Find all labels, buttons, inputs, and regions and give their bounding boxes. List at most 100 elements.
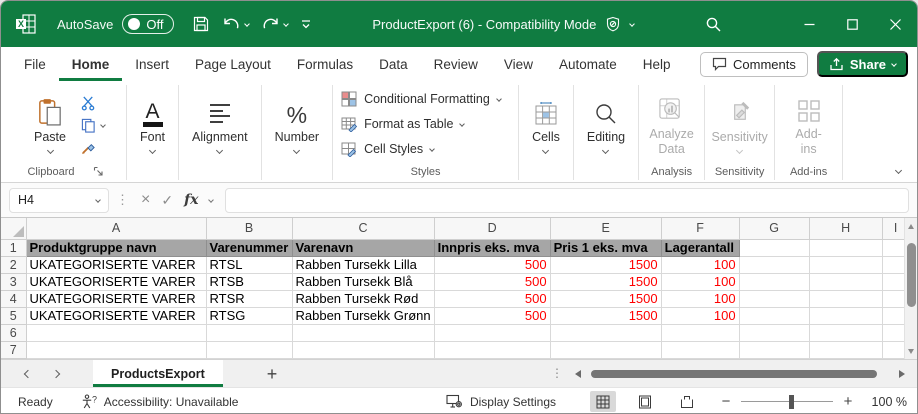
cell-F5[interactable]: 100 bbox=[661, 307, 739, 324]
cell-C5[interactable]: Rabben Tursekk Grønn bbox=[292, 307, 434, 324]
vertical-scrollbar-thumb[interactable] bbox=[907, 243, 916, 307]
cell-G5[interactable] bbox=[739, 307, 809, 324]
tab-home[interactable]: Home bbox=[59, 47, 123, 81]
editing-menu-button[interactable]: Editing bbox=[579, 93, 633, 155]
cell-D3[interactable]: 500 bbox=[434, 273, 550, 290]
zoom-out-button[interactable]: − bbox=[720, 393, 732, 410]
number-dropdown-chevron[interactable] bbox=[293, 147, 300, 154]
format-as-table-button[interactable]: Format as Table bbox=[341, 114, 464, 135]
cell-B3[interactable]: RTSB bbox=[206, 273, 292, 290]
column-header-H[interactable]: H bbox=[809, 218, 882, 239]
cell-A7[interactable] bbox=[26, 341, 206, 358]
close-button[interactable] bbox=[874, 1, 917, 47]
new-sheet-button[interactable]: + bbox=[267, 365, 278, 383]
tab-insert[interactable]: Insert bbox=[122, 47, 182, 81]
zoom-slider[interactable] bbox=[741, 395, 833, 409]
cell-E6[interactable] bbox=[550, 324, 661, 341]
tab-data[interactable]: Data bbox=[366, 47, 421, 81]
cell-H3[interactable] bbox=[809, 273, 882, 290]
maximize-button[interactable] bbox=[831, 1, 874, 47]
cell-H2[interactable] bbox=[809, 256, 882, 273]
redo-dropdown-chevron[interactable] bbox=[284, 21, 290, 27]
cell-B6[interactable] bbox=[206, 324, 292, 341]
cell-E5[interactable]: 1500 bbox=[550, 307, 661, 324]
row-header-7[interactable]: 7 bbox=[1, 341, 26, 358]
alignment-dropdown-chevron[interactable] bbox=[216, 147, 223, 154]
cell-H7[interactable] bbox=[809, 341, 882, 358]
cells-dropdown-chevron[interactable] bbox=[542, 147, 549, 154]
tab-automate[interactable]: Automate bbox=[546, 47, 630, 81]
tab-file[interactable]: File bbox=[11, 47, 59, 81]
collapse-ribbon-chevron[interactable] bbox=[895, 167, 902, 174]
cell-B4[interactable]: RTSR bbox=[206, 290, 292, 307]
row-header-3[interactable]: 3 bbox=[1, 273, 26, 290]
copy-button[interactable] bbox=[81, 118, 105, 133]
cell-D5[interactable]: 500 bbox=[434, 307, 550, 324]
cell-A2[interactable]: UKATEGORISERTE VARER bbox=[26, 256, 206, 273]
cell-C3[interactable]: Rabben Tursekk Blå bbox=[292, 273, 434, 290]
cell-E4[interactable]: 1500 bbox=[550, 290, 661, 307]
page-break-preview-button[interactable] bbox=[674, 391, 700, 412]
paste-button[interactable]: Paste bbox=[26, 93, 74, 155]
quick-access-more-button[interactable] bbox=[300, 18, 312, 30]
scroll-down-arrow[interactable] bbox=[908, 349, 914, 354]
zoom-in-button[interactable]: + bbox=[842, 393, 854, 410]
undo-dropdown-chevron[interactable] bbox=[245, 21, 251, 27]
cell-D7[interactable] bbox=[434, 341, 550, 358]
cell-D6[interactable] bbox=[434, 324, 550, 341]
save-button[interactable] bbox=[192, 15, 210, 33]
alignment-menu-button[interactable]: Alignment bbox=[184, 93, 256, 155]
next-sheet-arrow[interactable] bbox=[52, 369, 60, 377]
row-header-2[interactable]: 2 bbox=[1, 256, 26, 273]
cell-D4[interactable]: 500 bbox=[434, 290, 550, 307]
cell-E7[interactable] bbox=[550, 341, 661, 358]
column-header-F[interactable]: F bbox=[661, 218, 739, 239]
cells-menu-button[interactable]: Cells bbox=[524, 93, 568, 155]
cell-F2[interactable]: 100 bbox=[661, 256, 739, 273]
zoom-slider-thumb[interactable] bbox=[789, 395, 794, 409]
paste-dropdown-chevron[interactable] bbox=[46, 147, 53, 154]
tab-view[interactable]: View bbox=[491, 47, 546, 81]
cell-G2[interactable] bbox=[739, 256, 809, 273]
column-header-A[interactable]: A bbox=[26, 218, 206, 239]
cell-D2[interactable]: 500 bbox=[434, 256, 550, 273]
undo-button[interactable] bbox=[222, 16, 249, 32]
cell-C2[interactable]: Rabben Tursekk Lilla bbox=[292, 256, 434, 273]
horizontal-scrollbar[interactable] bbox=[575, 370, 891, 378]
cell-A5[interactable]: UKATEGORISERTE VARER bbox=[26, 307, 206, 324]
cell-G6[interactable] bbox=[739, 324, 809, 341]
column-header-E[interactable]: E bbox=[550, 218, 661, 239]
row-header-5[interactable]: 5 bbox=[1, 307, 26, 324]
cell-H4[interactable] bbox=[809, 290, 882, 307]
page-layout-view-button[interactable] bbox=[632, 391, 658, 412]
font-dropdown-chevron[interactable] bbox=[149, 147, 156, 154]
cell-C1[interactable]: Varenavn bbox=[292, 239, 434, 256]
scroll-up-arrow[interactable] bbox=[908, 224, 914, 229]
name-box-input[interactable] bbox=[18, 193, 78, 207]
cell-E1[interactable]: Pris 1 eks. mva bbox=[550, 239, 661, 256]
cell-A4[interactable]: UKATEGORISERTE VARER bbox=[26, 290, 206, 307]
formula-bar-splitter[interactable]: ⋮ bbox=[116, 192, 129, 208]
cell-H5[interactable] bbox=[809, 307, 882, 324]
editing-dropdown-chevron[interactable] bbox=[602, 147, 609, 154]
column-header-B[interactable]: B bbox=[206, 218, 292, 239]
sheet-tab-productsexport[interactable]: ProductsExport bbox=[93, 360, 223, 387]
formula-dropdown-chevron[interactable] bbox=[209, 197, 215, 203]
cell-C7[interactable] bbox=[292, 341, 434, 358]
cell-B2[interactable]: RTSL bbox=[206, 256, 292, 273]
cell-F1[interactable]: Lagerantall bbox=[661, 239, 739, 256]
accessibility-status[interactable]: ? Accessibility: Unavailable bbox=[81, 394, 239, 410]
cell-B1[interactable]: Varenummer bbox=[206, 239, 292, 256]
scroll-left-arrow[interactable] bbox=[575, 370, 581, 378]
zoom-level[interactable]: 100 % bbox=[863, 395, 907, 409]
cell-A3[interactable]: UKATEGORISERTE VARER bbox=[26, 273, 206, 290]
name-box-chevron[interactable] bbox=[95, 197, 101, 203]
format-painter-button[interactable] bbox=[81, 140, 96, 155]
column-header-D[interactable]: D bbox=[434, 218, 550, 239]
clipboard-dialog-launcher-icon[interactable] bbox=[93, 166, 104, 177]
row-header-4[interactable]: 4 bbox=[1, 290, 26, 307]
insert-function-button[interactable]: fx bbox=[184, 192, 198, 208]
cell-E3[interactable]: 1500 bbox=[550, 273, 661, 290]
cell-E2[interactable]: 1500 bbox=[550, 256, 661, 273]
enter-button[interactable]: ✓ bbox=[161, 192, 173, 209]
